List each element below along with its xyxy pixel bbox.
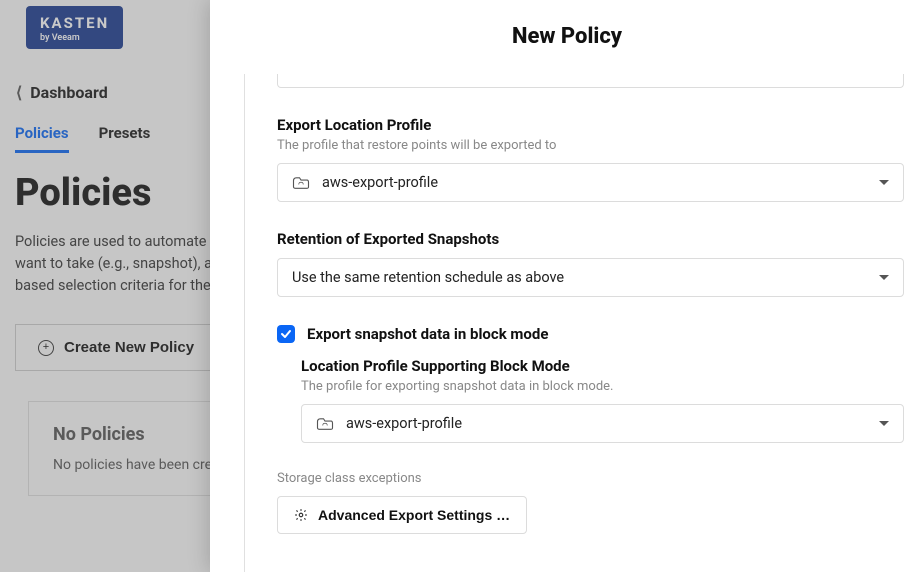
caret-down-icon (879, 421, 889, 426)
export-location-select[interactable]: aws-export-profile (277, 163, 904, 202)
new-policy-modal: New Policy Export Location Profile The p… (210, 0, 924, 572)
modal-title: New Policy (210, 0, 924, 74)
advanced-button-label: Advanced Export Settings … (318, 507, 510, 523)
caret-down-icon (879, 180, 889, 185)
block-mode-profile-value: aws-export-profile (346, 415, 867, 432)
tab-presets[interactable]: Presets (99, 124, 151, 153)
create-new-policy-button[interactable]: + Create New Policy (15, 324, 216, 371)
retention-select[interactable]: Use the same retention schedule as above (277, 258, 904, 297)
gear-icon (294, 508, 308, 522)
tab-policies[interactable]: Policies (15, 124, 69, 153)
storage-exceptions-section: Storage class exceptions Advanced Export… (277, 471, 904, 534)
previous-field-bottom (277, 74, 904, 88)
location-profile-icon (316, 417, 334, 431)
block-mode-subsection: Location Profile Supporting Block Mode T… (301, 357, 904, 443)
block-mode-checkbox[interactable] (277, 325, 295, 343)
block-mode-profile-help: The profile for exporting snapshot data … (301, 379, 904, 394)
block-mode-profile-select[interactable]: aws-export-profile (301, 404, 904, 443)
check-icon (280, 328, 292, 340)
block-mode-profile-label: Location Profile Supporting Block Mode (301, 357, 904, 375)
caret-down-icon (879, 275, 889, 280)
plus-circle-icon: + (38, 340, 54, 356)
brand-logo: KASTEN by Veeam (26, 6, 123, 49)
retention-value: Use the same retention schedule as above (292, 269, 867, 286)
create-button-label: Create New Policy (64, 339, 194, 356)
export-location-value: aws-export-profile (322, 174, 867, 191)
retention-label: Retention of Exported Snapshots (277, 230, 904, 248)
brand-main: KASTEN (40, 14, 109, 32)
chevron-left-icon: ⟨ (16, 83, 22, 102)
block-mode-checkbox-row: Export snapshot data in block mode (277, 325, 904, 343)
modal-body: Export Location Profile The profile that… (244, 74, 924, 572)
block-mode-section: Export snapshot data in block mode Locat… (277, 325, 904, 443)
block-mode-label: Export snapshot data in block mode (307, 325, 548, 343)
export-location-label: Export Location Profile (277, 116, 904, 134)
location-profile-icon (292, 176, 310, 190)
breadcrumb-label: Dashboard (30, 83, 107, 102)
brand-sub: by Veeam (40, 33, 109, 43)
retention-section: Retention of Exported Snapshots Use the … (277, 230, 904, 297)
storage-exceptions-label: Storage class exceptions (277, 471, 904, 486)
export-location-section: Export Location Profile The profile that… (277, 116, 904, 202)
export-location-help: The profile that restore points will be … (277, 138, 904, 153)
advanced-export-settings-button[interactable]: Advanced Export Settings … (277, 496, 527, 534)
